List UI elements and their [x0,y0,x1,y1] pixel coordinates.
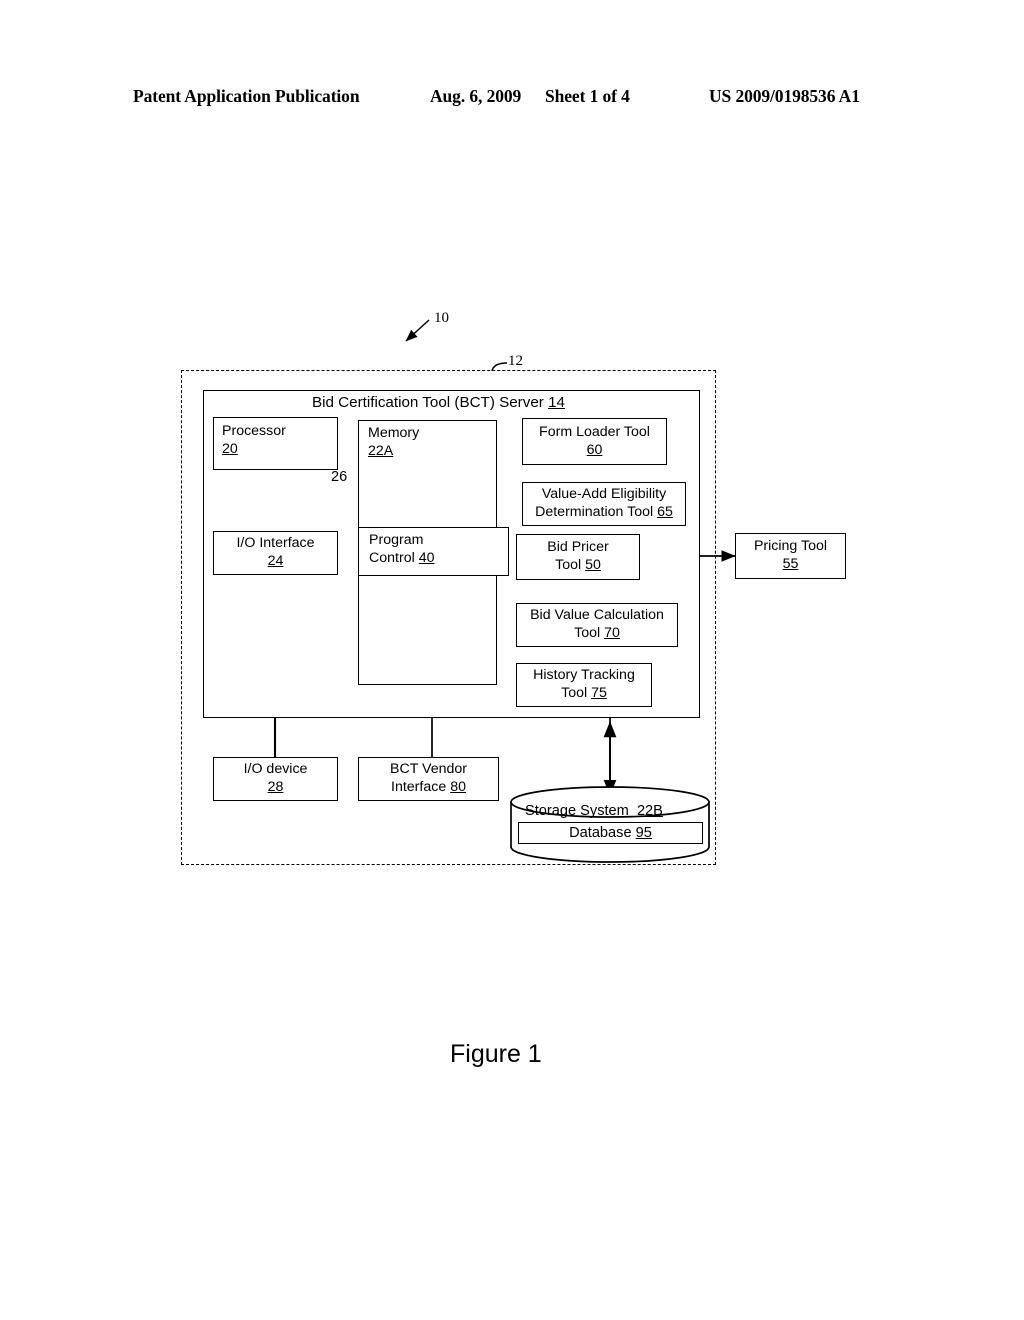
bid-pricer-tool-label-line2-text: Tool [555,557,582,573]
bid-value-tool-numeral: 70 [604,625,620,641]
bid-value-tool-label-line2: Tool 70 [574,625,620,643]
reference-numeral-10: 10 [434,310,449,326]
reference-numeral-12: 12 [508,353,523,369]
bct-vendor-interface-label-line2: Interface 80 [391,779,466,797]
bct-server-title-text: Bid Certification Tool (BCT) Server [312,394,544,411]
storage-system-numeral: 22B [636,803,663,819]
box-io-interface: I/O Interface 24 [213,531,338,575]
box-bct-vendor-interface: BCT Vendor Interface 80 [358,757,499,801]
bct-vendor-interface-numeral: 80 [450,779,466,795]
bid-value-tool-label-line2-text: Tool [574,625,601,641]
bid-pricer-tool-numeral: 50 [585,557,601,573]
bct-server-title: Bid Certification Tool (BCT) Server 14 [312,394,565,411]
value-add-tool-label-line1: Value-Add Eligibility [541,486,667,503]
database-label: Database [569,825,632,841]
box-bid-value-calculation-tool: Bid Value Calculation Tool 70 [516,603,678,647]
program-control-label-line1: Program [369,532,424,548]
figure-caption: Figure 1 [450,1040,542,1068]
pricing-tool-numeral: 55 [782,556,799,572]
program-control-label-line2: Control 40 [369,550,434,568]
pricing-tool-label: Pricing Tool [753,538,828,555]
bid-pricer-tool-label-line2: Tool 50 [555,557,601,575]
processor-label: Processor [222,423,286,439]
history-tracking-tool-label-line1: History Tracking [533,667,635,684]
io-interface-numeral: 24 [267,553,284,569]
box-io-device: I/O device 28 [213,757,338,801]
storage-system-label-group: Storage System 22B [525,803,663,819]
history-tracking-tool-label-line2-text: Tool [561,685,588,701]
bct-vendor-interface-label-line1: BCT Vendor [389,761,468,778]
box-bid-pricer-tool: Bid Pricer Tool 50 [516,534,640,580]
history-tracking-tool-label-line2: Tool 75 [561,685,607,703]
box-history-tracking-tool: History Tracking Tool 75 [516,663,652,707]
memory-label: Memory [368,425,420,441]
form-loader-tool-numeral: 60 [586,441,603,458]
value-add-tool-label-line2-text: Determination Tool [535,504,654,520]
io-device-numeral: 28 [267,779,284,795]
reference-numeral-26: 26 [331,469,348,485]
form-loader-tool-label: Form Loader Tool [539,423,650,440]
io-interface-label: I/O Interface [236,535,315,552]
bid-value-tool-label-line1: Bid Value Calculation [530,607,664,624]
value-add-tool-label-line2: Determination Tool 65 [535,504,673,522]
bct-vendor-interface-label-line2-text: Interface [391,779,447,795]
program-control-numeral: 40 [418,549,435,566]
processor-numeral: 20 [222,440,238,457]
bct-server-title-numeral: 14 [548,394,565,411]
program-control-label-line2-text: Control [369,549,415,566]
database-numeral: 95 [635,825,652,841]
box-pricing-tool: Pricing Tool 55 [735,533,846,579]
leader-line-10 [405,319,430,342]
box-value-add-eligibility-tool: Value-Add Eligibility Determination Tool… [522,482,686,526]
history-tracking-tool-numeral: 75 [591,685,607,701]
box-form-loader-tool: Form Loader Tool 60 [522,418,667,465]
bid-pricer-tool-label-line1: Bid Pricer [547,539,609,556]
value-add-tool-numeral: 65 [657,504,673,520]
io-device-label: I/O device [243,761,308,778]
figure-1-diagram: Bid Certification Tool (BCT) Server 14 1… [0,0,1024,1320]
storage-system-label: Storage System [525,803,629,819]
box-processor: Processor 20 [213,417,338,470]
box-program-control: Program Control 40 [358,527,509,576]
memory-label-group: Memory 22A [368,425,419,460]
box-database: Database 95 [518,822,703,844]
memory-numeral: 22A [368,442,394,459]
